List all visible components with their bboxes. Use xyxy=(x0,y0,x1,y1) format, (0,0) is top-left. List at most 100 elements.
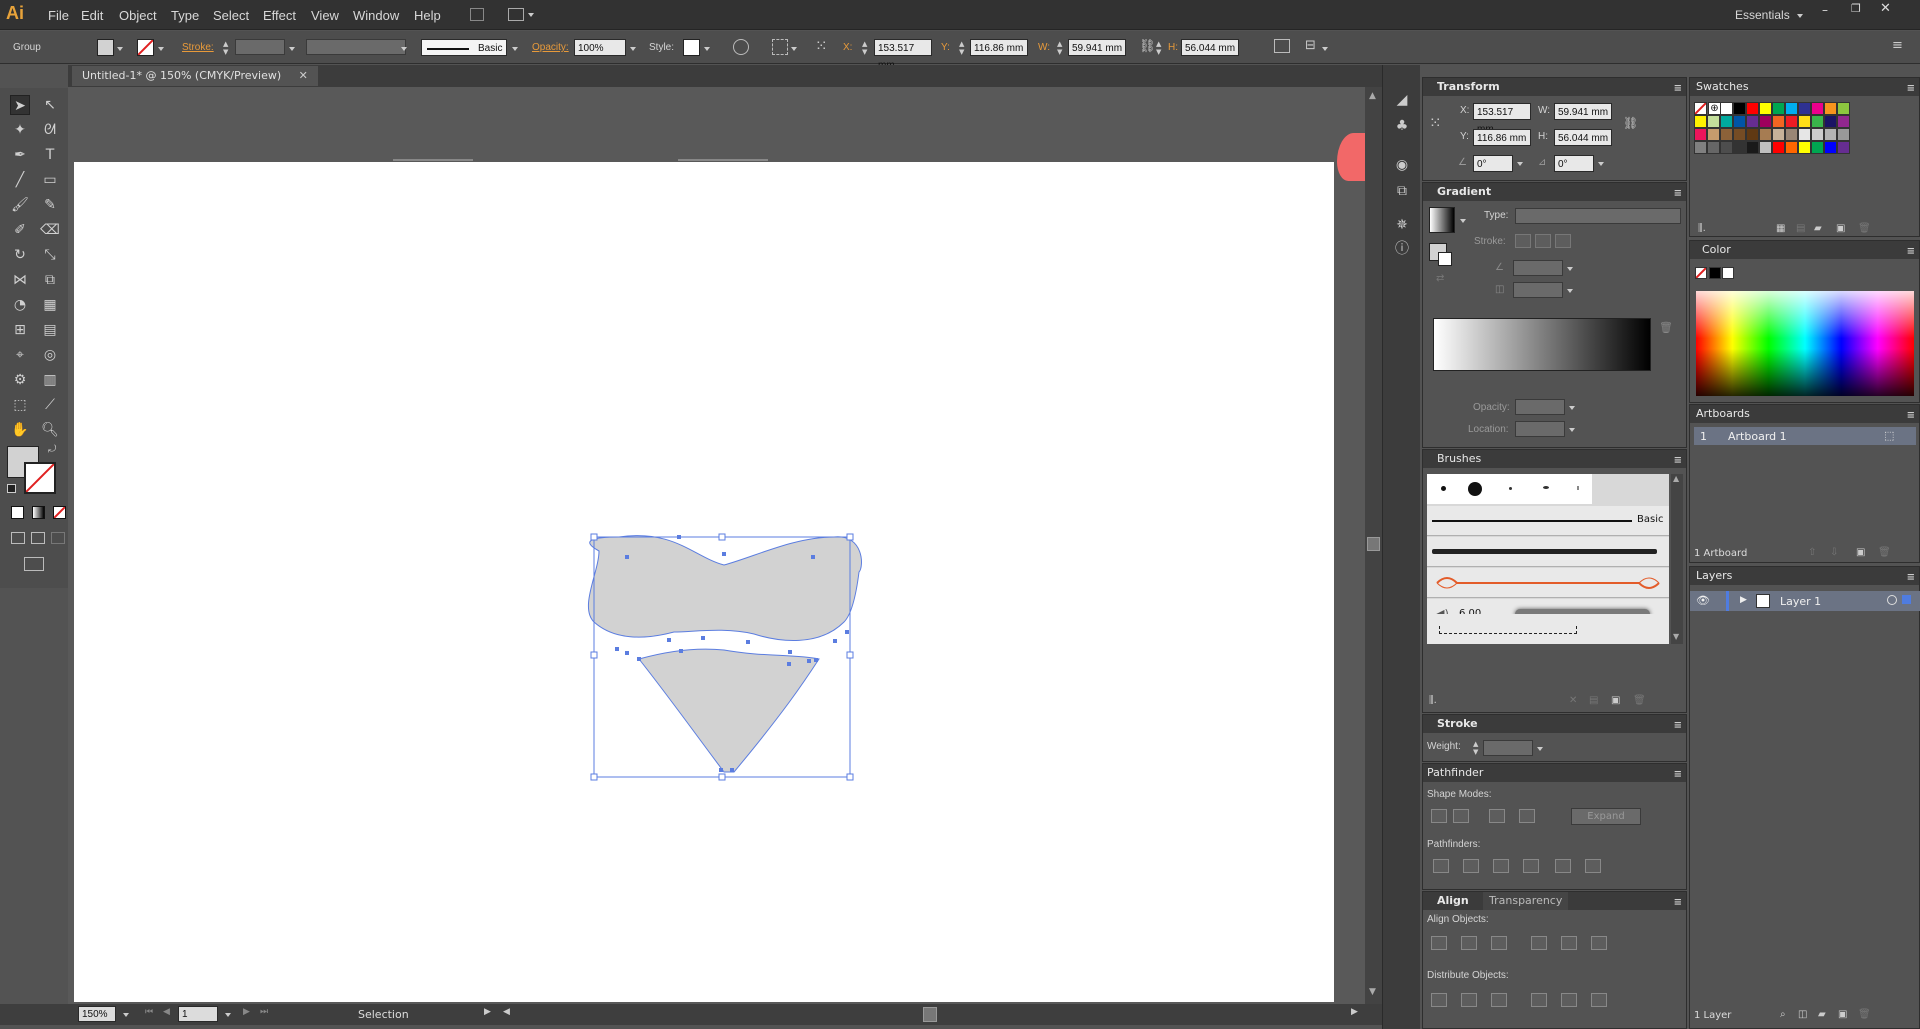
brush-charcoal-row[interactable] xyxy=(1427,537,1669,567)
line-segment-tool-icon[interactable]: ╱ xyxy=(10,170,30,190)
outline-icon[interactable] xyxy=(1555,859,1571,873)
heart-artwork[interactable] xyxy=(74,162,1334,1002)
align-vertical-center-icon[interactable] xyxy=(1561,936,1577,950)
chevron-down-icon[interactable] xyxy=(704,47,710,51)
menu-select[interactable]: Select xyxy=(213,8,249,23)
chevron-down-icon[interactable] xyxy=(123,1013,129,1017)
gradient-stroke-box[interactable] xyxy=(1438,252,1452,266)
none-mode-icon[interactable] xyxy=(53,506,66,519)
zoom-tool-icon[interactable]: 🔍︎ xyxy=(40,420,60,440)
unite-icon[interactable] xyxy=(1431,809,1447,823)
arrange-documents-icon[interactable] xyxy=(508,8,524,21)
color-panel-title[interactable]: Color ≡ xyxy=(1690,241,1919,259)
align-horizontal-center-icon[interactable] xyxy=(1461,936,1477,950)
chevron-down-icon[interactable] xyxy=(289,47,295,51)
opacity-field[interactable]: 100% xyxy=(574,39,626,56)
draw-inside-icon[interactable] xyxy=(51,532,65,544)
symbols-icon[interactable]: ♣ xyxy=(1392,116,1412,136)
locate-object-icon[interactable]: ⌕ xyxy=(1780,1009,1786,1020)
reference-point-icon[interactable]: ⁙ xyxy=(815,37,835,57)
width-tool-icon[interactable]: ⋈ xyxy=(10,270,30,290)
trim-icon[interactable] xyxy=(1463,859,1479,873)
transform-panel-title[interactable]: Transform ≡ xyxy=(1423,78,1686,96)
hand-tool-icon[interactable]: ✋ xyxy=(10,420,30,440)
stepper-icon[interactable]: ▲ ▼ xyxy=(223,40,232,56)
color-swatch[interactable] xyxy=(1772,141,1785,154)
info-icon[interactable]: ⓘ xyxy=(1392,239,1412,259)
divide-icon[interactable] xyxy=(1433,859,1449,873)
chevron-down-icon[interactable] xyxy=(528,13,534,17)
move-down-icon[interactable]: ⇩ xyxy=(1830,547,1838,558)
color-swatch[interactable] xyxy=(1811,115,1824,128)
color-swatch[interactable] xyxy=(1772,115,1785,128)
h-field[interactable]: 56.044 mm xyxy=(1181,39,1239,56)
direct-selection-tool-icon[interactable]: ↖ xyxy=(40,95,60,115)
w-field[interactable]: 59.941 mm xyxy=(1068,39,1126,56)
transform-h-field[interactable]: 56.044 mm xyxy=(1554,129,1612,146)
shape-builder-tool-icon[interactable]: ◔ xyxy=(10,295,30,315)
stepper-icon[interactable]: ▲ ▼ xyxy=(1156,40,1164,56)
gradient-angle-field[interactable] xyxy=(1513,260,1563,276)
color-swatch[interactable] xyxy=(1798,141,1811,154)
screen-mode-icon[interactable] xyxy=(24,557,44,571)
menu-help[interactable]: Help xyxy=(414,8,441,23)
align-icon[interactable]: ⊟ xyxy=(1305,38,1316,53)
color-swatch[interactable] xyxy=(1759,141,1772,154)
color-swatch[interactable] xyxy=(1837,141,1850,154)
magic-wand-tool-icon[interactable]: ✦ xyxy=(10,120,30,140)
gradient-panel-title[interactable]: Gradient ≡ xyxy=(1423,183,1686,201)
artboard-number-field[interactable]: 1 xyxy=(178,1006,218,1022)
delete-stop-icon[interactable]: 🗑︎ xyxy=(1659,321,1673,334)
color-swatch[interactable] xyxy=(1720,128,1733,141)
color-swatch[interactable] xyxy=(1837,102,1850,115)
black-swatch[interactable] xyxy=(1709,267,1721,279)
chevron-down-icon[interactable] xyxy=(1598,162,1604,166)
make-clipping-mask-icon[interactable]: ◫ xyxy=(1798,1009,1807,1020)
canvas[interactable] xyxy=(68,87,1365,1004)
brush-decorative-row[interactable] xyxy=(1427,568,1669,598)
rotate-tool-icon[interactable]: ↻ xyxy=(10,245,30,265)
color-swatch[interactable] xyxy=(1707,115,1720,128)
variable-width-profile[interactable] xyxy=(306,39,406,55)
gradient-slider[interactable] xyxy=(1433,318,1651,371)
default-fill-stroke-icon[interactable] xyxy=(7,484,16,493)
color-swatch[interactable] xyxy=(1772,102,1785,115)
x-field[interactable]: 153.517 mm xyxy=(874,39,932,71)
opacity-label[interactable]: Opacity: xyxy=(532,42,569,53)
status-menu-icon[interactable]: ▶ xyxy=(484,1007,491,1017)
chevron-down-icon[interactable] xyxy=(630,47,636,51)
stroke-within-icon[interactable] xyxy=(1515,234,1531,248)
menu-window[interactable]: Window xyxy=(353,8,399,23)
gradient-preview[interactable] xyxy=(1429,207,1455,233)
reference-point-icon[interactable]: ⁙ xyxy=(1429,114,1442,132)
color-swatch[interactable] xyxy=(1824,141,1837,154)
color-swatch[interactable] xyxy=(1811,128,1824,141)
color-swatch[interactable] xyxy=(1707,141,1720,154)
minus-front-icon[interactable] xyxy=(1453,809,1469,823)
shear-field[interactable]: 0° xyxy=(1554,155,1594,172)
chevron-down-icon[interactable] xyxy=(1460,219,1466,223)
options-icon[interactable]: ▤ xyxy=(1589,695,1598,706)
color-swatch[interactable] xyxy=(1798,128,1811,141)
brush-dot-fine[interactable] xyxy=(1577,486,1579,490)
chevron-down-icon[interactable] xyxy=(1569,428,1575,432)
transform-y-field[interactable]: 116.86 mm xyxy=(1473,129,1531,146)
new-color-group-icon[interactable]: ▰ xyxy=(1814,223,1822,234)
color-swatch[interactable] xyxy=(1772,128,1785,141)
vertical-scrollbar[interactable]: ▲ ▼ xyxy=(1365,87,1382,1004)
scroll-thumb[interactable] xyxy=(1367,537,1380,551)
color-swatch[interactable] xyxy=(1720,102,1733,115)
target-icon[interactable] xyxy=(1887,595,1897,605)
stroke-weight-field[interactable] xyxy=(1483,740,1533,756)
menu-object[interactable]: Object xyxy=(119,8,157,23)
isolate-group-icon[interactable] xyxy=(772,39,788,55)
scale-tool-icon[interactable]: ⤡ xyxy=(40,245,60,265)
color-swatch[interactable] xyxy=(1824,115,1837,128)
next-artboard-icon[interactable]: ▶ xyxy=(243,1007,250,1017)
brush-libraries-icon[interactable]: ⫼. xyxy=(1429,695,1437,706)
slice-tool-icon[interactable]: ⟋ xyxy=(40,395,60,415)
chevron-down-icon[interactable] xyxy=(1517,162,1523,166)
transform-icon[interactable] xyxy=(1274,39,1290,53)
color-swatch[interactable] xyxy=(1785,128,1798,141)
blend-tool-icon[interactable]: ◎ xyxy=(40,345,60,365)
